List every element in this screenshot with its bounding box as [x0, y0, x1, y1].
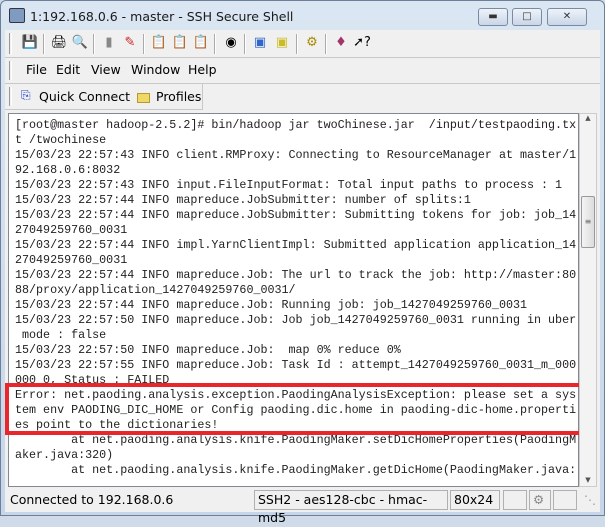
find-icon[interactable]: ◉	[222, 34, 240, 52]
terminal-line: 15/03/23 22:57:55 INFO mapreduce.Job: Ta…	[15, 358, 577, 372]
scroll-thumb[interactable]: ≡	[581, 196, 595, 248]
terminal-line: 15/03/23 22:57:44 INFO impl.YarnClientIm…	[15, 238, 577, 252]
connection-status: Connected to 192.168.0.6	[10, 492, 174, 507]
terminal-line: at net.paoding.analysis.knife.PaodingMak…	[15, 433, 577, 447]
scroll-down-arrow[interactable]: ▼	[580, 476, 596, 484]
terminal-line: aker.java:320)	[15, 448, 114, 462]
copy-icon[interactable]: 📋	[150, 34, 168, 52]
terminal-line: 15/03/23 22:57:44 INFO mapreduce.JobSubm…	[15, 193, 471, 207]
status-panel-empty-2	[553, 490, 577, 510]
menu-file[interactable]: File	[26, 62, 47, 77]
toolbar: 💾 🖨 🔍 ▮ ✎ 📋 📋 📋 ◉ ▣ ▣ ⚙ ♦ ➚?	[5, 30, 600, 58]
profiles-button[interactable]: Profiles	[156, 89, 201, 104]
terminal-line: 27049259760_0031	[15, 253, 128, 267]
toolbar-grip[interactable]	[9, 33, 12, 54]
print-icon[interactable]: 🖨	[50, 34, 68, 52]
menu-edit[interactable]: Edit	[56, 62, 80, 77]
scroll-up-arrow[interactable]: ▲	[580, 114, 596, 122]
quick-connect-icon: ⎘	[21, 88, 31, 102]
help-book-icon[interactable]: ♦	[332, 34, 350, 52]
context-help-icon[interactable]: ➚?	[353, 34, 371, 52]
paste-icon[interactable]: 📋	[171, 34, 189, 52]
menu-window[interactable]: Window	[131, 62, 180, 77]
terminal-line: 27049259760_0031	[15, 223, 128, 237]
save-icon[interactable]: 💾	[21, 34, 39, 52]
settings-icon[interactable]: ✎	[121, 34, 139, 52]
terminal-line: 15/03/23 22:57:50 INFO mapreduce.Job: ma…	[15, 343, 401, 357]
menu-view[interactable]: View	[91, 62, 121, 77]
resize-grip-icon[interactable]: ⋱	[584, 493, 596, 507]
close-button[interactable]: ✕	[547, 8, 587, 26]
terminal-line: 15/03/23 22:57:44 INFO mapreduce.JobSubm…	[15, 208, 577, 222]
maximize-button[interactable]: □	[512, 8, 542, 26]
terminal-line: 15/03/23 22:57:44 INFO mapreduce.Job: Ru…	[15, 298, 527, 312]
terminal-size: 80x24	[450, 490, 500, 510]
quick-connect-button[interactable]: Quick Connect	[39, 89, 130, 104]
folder-icon	[137, 93, 150, 103]
terminal-line: t /twochinese	[15, 133, 107, 147]
new-file-transfer-icon[interactable]: ▣	[273, 34, 291, 52]
error-highlight-box	[5, 383, 597, 435]
status-bar: Connected to 192.168.0.6 SSH2 - aes128-c…	[0, 487, 605, 525]
lock-icon: ⚙	[529, 490, 551, 510]
terminal-line: 15/03/23 22:57:43 INFO input.FileInputFo…	[15, 178, 563, 192]
terminal-line: 88/proxy/application_1427049259760_0031/	[15, 283, 296, 297]
keygen-icon[interactable]: ⚙	[303, 34, 321, 52]
new-terminal-icon[interactable]: ▣	[251, 34, 269, 52]
terminal-line: 15/03/23 22:57:50 INFO mapreduce.Job: Jo…	[15, 313, 577, 327]
vertical-scrollbar[interactable]: ▲ ≡ ▼	[579, 113, 597, 487]
window-title: 1:192.168.0.6 - master - SSH Secure Shel…	[30, 9, 294, 24]
menu-help[interactable]: Help	[188, 62, 217, 77]
status-panel-empty	[503, 490, 527, 510]
minimize-button[interactable]: ▬	[478, 8, 508, 26]
terminal-line: at net.paoding.analysis.knife.PaodingMak…	[15, 463, 577, 477]
app-icon	[9, 8, 25, 23]
terminal-line: 92.168.0.6:8032	[15, 163, 121, 177]
paste-disabled-icon[interactable]: 📋	[192, 34, 210, 52]
terminal-line: mode : false	[15, 328, 107, 342]
terminal-line: 15/03/23 22:57:44 INFO mapreduce.Job: Th…	[15, 268, 577, 282]
terminal-line: [root@master hadoop-2.5.2]# bin/hadoop j…	[15, 118, 577, 132]
cipher-info: SSH2 - aes128-cbc - hmac-md5	[254, 490, 448, 525]
terminal-line: 15/03/23 22:57:43 INFO client.RMProxy: C…	[15, 148, 577, 162]
quick-bar: ⎘ Quick Connect Profiles	[5, 84, 203, 110]
disconnect-icon[interactable]: ▮	[100, 34, 118, 52]
print-preview-icon[interactable]: 🔍	[71, 34, 89, 52]
